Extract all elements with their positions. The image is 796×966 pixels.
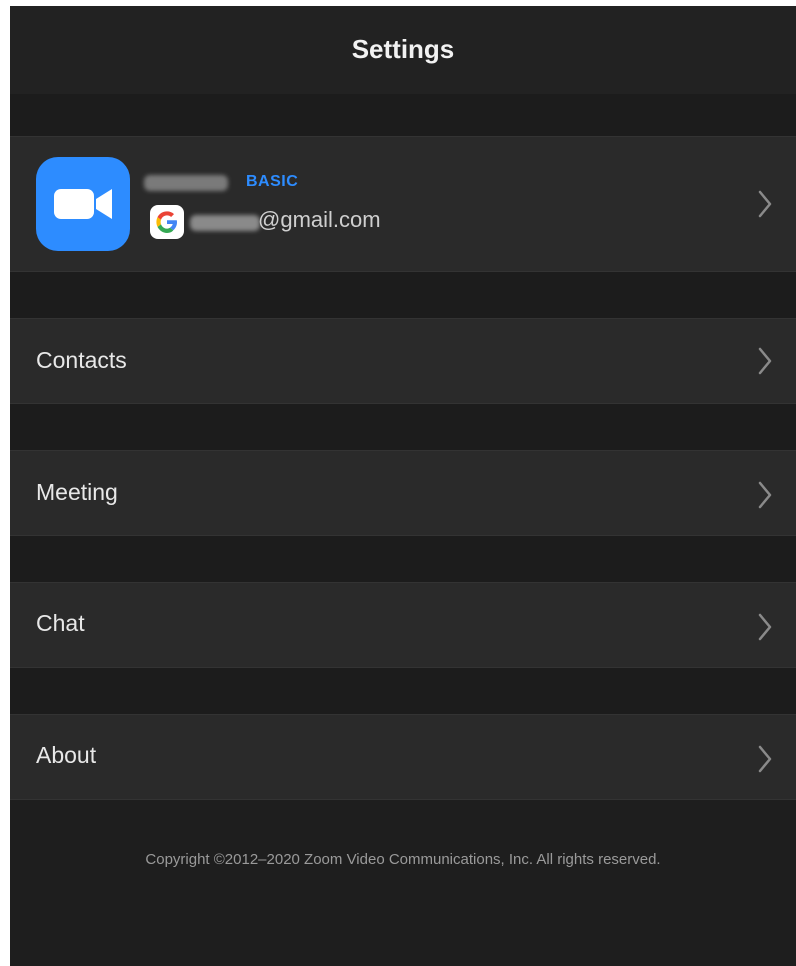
- email-user-redacted: [190, 215, 260, 231]
- menu-item-label: About: [36, 742, 97, 768]
- section-gap: [10, 404, 796, 450]
- plan-badge: BASIC: [246, 173, 299, 190]
- page-title: Settings: [351, 34, 455, 64]
- menu-item-about[interactable]: About: [10, 714, 796, 800]
- chevron-right-icon: [758, 190, 772, 218]
- menu-item-label: Contacts: [36, 347, 127, 373]
- copyright-notice: Copyright ©2012–2020 Zoom Video Communic…: [145, 851, 661, 868]
- menu-item-contacts[interactable]: Contacts: [10, 318, 796, 404]
- chevron-right-icon: [758, 613, 772, 641]
- user-name-redacted: [144, 175, 228, 191]
- google-g-icon: [150, 205, 184, 239]
- menu-item-label: Chat: [36, 610, 85, 636]
- email-domain: @gmail.com: [258, 207, 381, 232]
- section-gap: [10, 94, 796, 136]
- menu-item-meeting[interactable]: Meeting: [10, 450, 796, 536]
- chevron-right-icon: [758, 347, 772, 375]
- chevron-right-icon: [758, 745, 772, 773]
- menu-item-chat[interactable]: Chat: [10, 582, 796, 668]
- chevron-right-icon: [758, 481, 772, 509]
- profile-row[interactable]: BASIC @gmail.com: [10, 136, 796, 272]
- zoom-video-camera-icon: [36, 157, 130, 251]
- settings-screen: Settings BASIC @gmail.com Contacts Meeti…: [10, 6, 796, 966]
- section-gap: [10, 536, 796, 582]
- top-bar: Settings: [10, 6, 796, 94]
- section-gap: [10, 272, 796, 318]
- menu-item-label: Meeting: [36, 479, 118, 505]
- section-gap: [10, 668, 796, 714]
